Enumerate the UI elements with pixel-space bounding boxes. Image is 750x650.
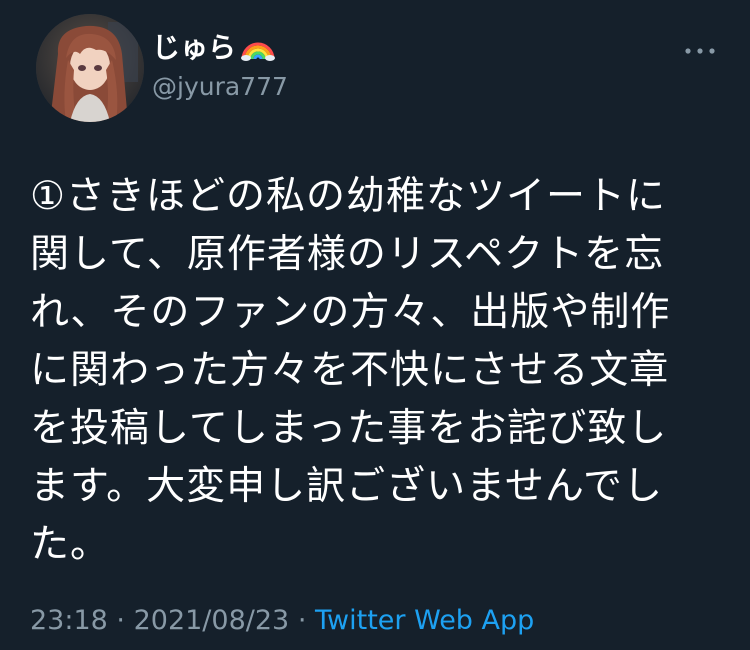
tweet-metadata: 23:18 · 2021/08/23 · Twitter Web App xyxy=(30,605,534,636)
more-icon[interactable] xyxy=(680,36,720,66)
display-name[interactable]: じゅら xyxy=(152,28,276,64)
rainbow-icon xyxy=(240,31,276,61)
tweet-text-line: 関して、原作者様のリスペクトを忘 xyxy=(30,232,665,277)
meta-separator: · xyxy=(297,605,307,636)
tweet-text-line: ます。大変申し訳ございませんでし xyxy=(30,464,663,509)
avatar-image xyxy=(36,14,144,122)
tweet-text-line: れ、そのファンの方々、出版や制作 xyxy=(30,290,671,335)
tweet-text-line: た。 xyxy=(30,522,111,567)
meta-separator: · xyxy=(116,605,125,636)
display-name-text: じゅら xyxy=(152,31,237,64)
user-handle[interactable]: @jyura777 xyxy=(152,72,288,101)
tweet-text-line: に関わった方々を不快にさせる文章 xyxy=(30,348,670,393)
tweet-text-line: を投稿してしまった事をお詫び致し xyxy=(30,406,668,451)
tweet-text: ①さきほどの私の幼稚なツイートに 関して、原作者様のリスペクトを忘 れ、そのファ… xyxy=(30,168,720,574)
source-app-link[interactable]: Twitter Web App xyxy=(315,605,534,636)
tweet-text-line: ①さきほどの私の幼稚なツイートに xyxy=(30,174,666,219)
avatar[interactable] xyxy=(36,14,144,122)
tweet-card: じゅら @jyura777 ①さきほどの私の幼稚なツイートに 関して、原作者様の… xyxy=(0,0,750,650)
tweet-date[interactable]: 2021/08/23 xyxy=(134,605,290,636)
tweet-time[interactable]: 23:18 xyxy=(30,605,108,636)
